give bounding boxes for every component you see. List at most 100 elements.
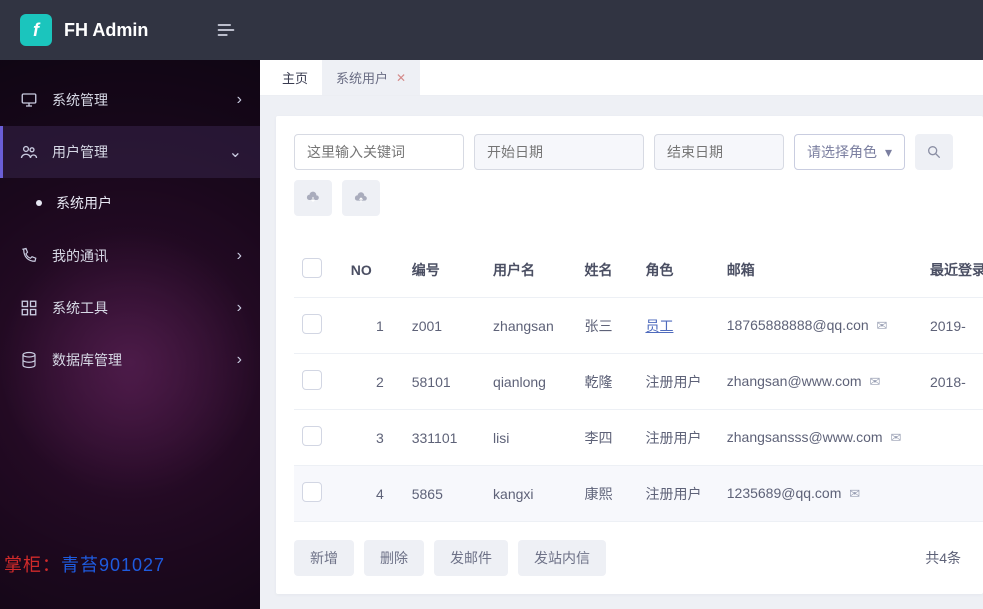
cell-role: 员工 (637, 298, 718, 354)
cell-last (922, 466, 983, 522)
db-icon (20, 351, 42, 369)
sidebar-item-grid[interactable]: 系统工具› (0, 282, 260, 334)
row-checkbox[interactable] (302, 314, 322, 334)
table-row[interactable]: 45865kangxi康熙注册用户1235689@qq.com ✉ (294, 466, 983, 522)
send-mail-button[interactable]: 发邮件 (434, 540, 508, 576)
phone-icon (20, 247, 42, 265)
grid-icon (20, 299, 42, 317)
cell-username: lisi (485, 410, 576, 466)
sidebar-item-users[interactable]: 用户管理 ⌄ (0, 126, 260, 178)
add-button[interactable]: 新增 (294, 540, 354, 576)
chevron-right-icon: › (237, 91, 242, 109)
cell-username: kangxi (485, 466, 576, 522)
keyword-input[interactable] (294, 134, 464, 170)
pager-total: 共4条 (925, 548, 961, 568)
table-header-row: NO 编号 用户名 姓名 角色 邮箱 最近登录 (294, 242, 983, 298)
mail-icon[interactable]: ✉ (849, 486, 860, 501)
sidebar-item-label: 系统管理 (52, 90, 108, 110)
cell-no: 4 (343, 466, 404, 522)
search-button[interactable] (915, 134, 953, 170)
send-message-button[interactable]: 发站内信 (518, 540, 606, 576)
sidebar-subitem[interactable]: 系统用户 (0, 182, 260, 224)
cell-code: 5865 (404, 466, 485, 522)
row-checkbox[interactable] (302, 426, 322, 446)
chevron-down-icon: ⌄ (229, 142, 242, 162)
dot-icon (36, 200, 42, 206)
cell-last: 2018- (922, 354, 983, 410)
row-checkbox[interactable] (302, 482, 322, 502)
cell-no: 2 (343, 354, 404, 410)
cell-name: 张三 (576, 298, 637, 354)
export-button[interactable] (294, 180, 332, 216)
filter-toolbar: 请选择角色 ▾ (294, 134, 983, 216)
sidebar-watermark: 掌柜：青苔901027 (4, 551, 165, 577)
mail-icon[interactable]: ✉ (890, 430, 901, 445)
role-link[interactable]: 员工 (645, 318, 673, 334)
brand-logo-icon: f (20, 14, 52, 46)
cell-name: 乾隆 (576, 354, 637, 410)
content: 请选择角色 ▾ (260, 96, 983, 609)
table-row[interactable]: 258101qianlong乾隆注册用户zhangsan@www.com ✉20… (294, 354, 983, 410)
sidebar-item-phone[interactable]: 我的通讯 › (0, 230, 260, 282)
cell-email: 18765888888@qq.con ✉ (719, 298, 922, 354)
sidebar-item-label: 我的通讯 (52, 246, 108, 266)
sidebar-item-db[interactable]: 数据库管理 › (0, 334, 260, 386)
chevron-right-icon: › (237, 351, 242, 369)
cell-name: 李四 (576, 410, 637, 466)
cell-no: 1 (343, 298, 404, 354)
select-all-checkbox[interactable] (302, 258, 322, 278)
chevron-right-icon: › (237, 247, 242, 265)
sidebar-item-label: 数据库管理 (52, 350, 122, 370)
cell-no: 3 (343, 410, 404, 466)
panel: 请选择角色 ▾ (276, 116, 983, 594)
sidebar-toggle-button[interactable] (206, 10, 246, 50)
caret-down-icon: ▾ (885, 144, 892, 161)
cell-name: 康熙 (576, 466, 637, 522)
brand[interactable]: f FH Admin (0, 0, 260, 60)
topbar: f FH Admin (0, 0, 983, 60)
monitor-icon (20, 91, 42, 109)
cell-last (922, 410, 983, 466)
cell-code: 58101 (404, 354, 485, 410)
users-icon (20, 143, 42, 161)
start-date-input[interactable] (474, 134, 644, 170)
tab-home[interactable]: 主页 (268, 60, 322, 95)
delete-button[interactable]: 删除 (364, 540, 424, 576)
role-select-label: 请选择角色 (807, 142, 877, 162)
cloud-download-icon (305, 190, 321, 206)
mail-icon[interactable]: ✉ (877, 318, 888, 333)
cell-email: zhangsan@www.com ✉ (719, 354, 922, 410)
menu-collapse-icon (216, 20, 236, 40)
close-icon[interactable]: ✕ (396, 71, 406, 85)
user-table: NO 编号 用户名 姓名 角色 邮箱 最近登录 1z001zhangsan张三员… (294, 242, 983, 522)
col-no: NO (343, 242, 404, 298)
table-row[interactable]: 3331101lisi李四注册用户zhangsansss@www.com ✉ (294, 410, 983, 466)
tab-item[interactable]: 系统用户 ✕ (322, 60, 420, 95)
cell-role: 注册用户 (637, 410, 718, 466)
col-role: 角色 (637, 242, 718, 298)
cell-role: 注册用户 (637, 466, 718, 522)
tab-bar: 主页 系统用户 ✕ (260, 60, 983, 96)
row-checkbox[interactable] (302, 370, 322, 390)
cell-email: zhangsansss@www.com ✉ (719, 410, 922, 466)
end-date-input[interactable] (654, 134, 784, 170)
cell-username: qianlong (485, 354, 576, 410)
import-button[interactable] (342, 180, 380, 216)
footer-toolbar: 新增 删除 发邮件 发站内信 共4条 (294, 540, 983, 576)
cell-code: 331101 (404, 410, 485, 466)
sidebar-item-label: 用户管理 (52, 142, 108, 162)
mail-icon[interactable]: ✉ (869, 374, 880, 389)
col-username: 用户名 (485, 242, 576, 298)
table-row[interactable]: 1z001zhangsan张三员工18765888888@qq.con ✉201… (294, 298, 983, 354)
sidebar-item-monitor[interactable]: 系统管理 › (0, 74, 260, 126)
search-icon (926, 144, 942, 160)
tab-label: 系统用户 (336, 68, 388, 87)
cell-last: 2019- (922, 298, 983, 354)
cell-code: z001 (404, 298, 485, 354)
col-code: 编号 (404, 242, 485, 298)
role-select[interactable]: 请选择角色 ▾ (794, 134, 905, 170)
col-last: 最近登录 (922, 242, 983, 298)
sidebar-subitem-label: 系统用户 (56, 193, 112, 213)
col-email: 邮箱 (719, 242, 922, 298)
cloud-upload-icon (353, 190, 369, 206)
